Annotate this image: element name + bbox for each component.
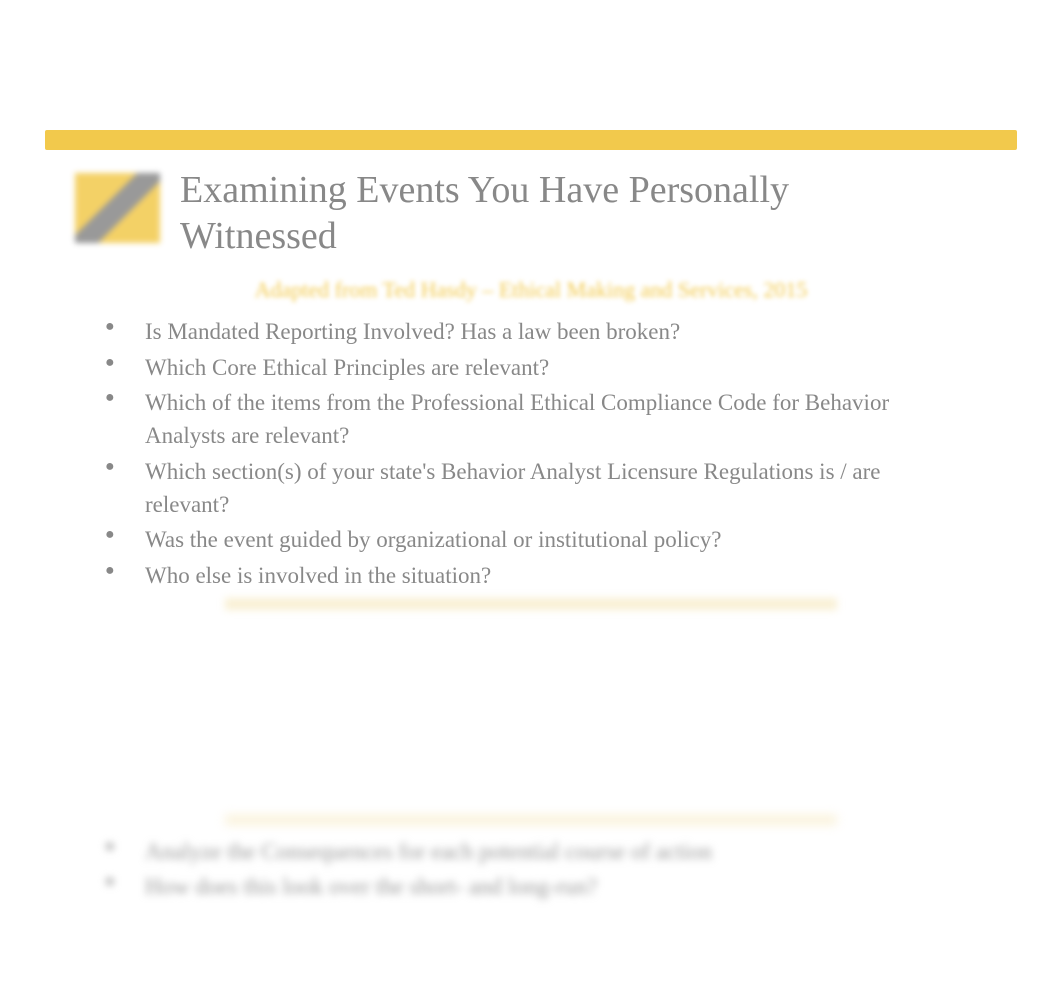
bullet-item: Which Core Ethical Principles are releva… [105, 351, 895, 384]
blurred-bullet-item: How does this look over the short- and l… [105, 870, 1017, 903]
blurred-bullet-item: Analyze the Consequences for each potent… [105, 835, 1017, 868]
bullet-item: Which of the items from the Professional… [105, 386, 895, 453]
bullet-item: Was the event guided by organizational o… [105, 523, 895, 556]
slide-title: Examining Events You Have Personally Wit… [180, 168, 830, 259]
blurred-divider [225, 815, 837, 825]
bullet-list: Is Mandated Reporting Involved? Has a la… [45, 315, 1017, 592]
logo-icon [75, 173, 160, 243]
bullet-item: Which section(s) of your state's Behavio… [105, 455, 895, 522]
header: Examining Events You Have Personally Wit… [45, 168, 1017, 259]
bullet-item: Who else is involved in the situation? [105, 559, 895, 592]
next-slide-preview: Analyze the Consequences for each potent… [45, 815, 1017, 906]
accent-bar [45, 130, 1017, 150]
slide-subtitle: Adapted from Ted Hasdy – Ethical Making … [45, 277, 1017, 303]
blurred-bullet-list: Analyze the Consequences for each potent… [45, 835, 1017, 904]
bullet-item: Is Mandated Reporting Involved? Has a la… [105, 315, 895, 348]
slide: Examining Events You Have Personally Wit… [45, 130, 1017, 610]
divider [225, 598, 837, 610]
